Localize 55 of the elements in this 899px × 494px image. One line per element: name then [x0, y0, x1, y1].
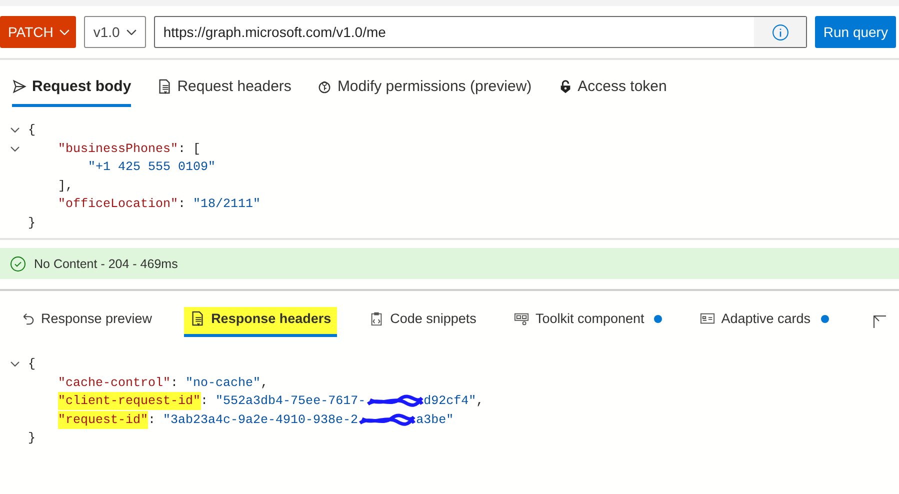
json-key: "cache-control"	[58, 374, 171, 392]
json-punctuation: : [	[178, 140, 201, 158]
key-icon	[317, 79, 332, 94]
json-value: "no-cache"	[186, 374, 261, 392]
json-punctuation: :	[148, 412, 157, 429]
send-icon	[12, 79, 27, 94]
request-tab[interactable]: Request headers	[157, 76, 292, 107]
json-value: d92cf4"	[424, 393, 476, 410]
status-text: No Content - 204 - 469ms	[34, 256, 178, 270]
json-punctuation: {	[28, 356, 36, 374]
version-dropdown[interactable]: v1.0	[84, 16, 146, 48]
toolkit-icon	[514, 311, 530, 326]
request-tab[interactable]: Modify permissions (preview)	[317, 76, 532, 107]
json-key: "client-request-id"	[58, 392, 201, 410]
json-punctuation: ,	[260, 374, 268, 392]
json-punctuation: :	[170, 374, 180, 392]
method-dropdown[interactable]: PATCH	[0, 16, 76, 48]
json-key: "request-id"	[58, 410, 148, 429]
url-field[interactable]: https://graph.microsoft.com/v1.0/me	[154, 16, 808, 48]
info-icon[interactable]	[772, 24, 789, 40]
json-value: a3be"	[416, 412, 454, 429]
chevron-down-icon[interactable]	[10, 361, 20, 368]
expand-icon[interactable]	[873, 315, 887, 329]
check-circle-icon	[10, 256, 26, 272]
redaction-scribble	[358, 412, 416, 427]
clipboard-icon	[369, 311, 384, 326]
response-tab[interactable]: Response preview	[14, 307, 158, 337]
chevron-down-icon[interactable]	[10, 127, 20, 134]
response-tab[interactable]: Adaptive cards	[694, 307, 835, 337]
json-value: "552a3db4-75ee-7617-	[216, 393, 366, 410]
redaction-scribble	[366, 394, 424, 408]
card-icon	[700, 311, 716, 326]
response-tab[interactable]: Response headers	[184, 307, 338, 337]
json-value: "18/2111"	[193, 196, 261, 213]
json-punctuation: :	[178, 196, 187, 213]
response-tab[interactable]: Code snippets	[363, 307, 482, 337]
chevron-down-icon	[126, 28, 138, 36]
response-tab[interactable]: Toolkit component	[508, 307, 668, 337]
json-punctuation: }	[28, 214, 36, 232]
json-punctuation: ],	[58, 178, 74, 194]
json-value: "+1 425 555 0109"	[88, 159, 216, 176]
request-tab[interactable]: Access token	[558, 76, 667, 107]
run-query-button[interactable]: Run query	[815, 16, 896, 48]
document-icon	[157, 79, 172, 94]
document-icon	[190, 311, 206, 326]
chevron-down-icon	[59, 28, 70, 36]
json-punctuation: :	[200, 393, 210, 410]
chevron-down-icon[interactable]	[10, 146, 20, 152]
json-value: "3ab23a4c-9a2e-4910-938e-2	[163, 412, 358, 429]
json-punctuation: }	[28, 430, 36, 448]
json-punctuation: ,	[476, 393, 484, 410]
json-key: "businessPhones"	[58, 140, 178, 158]
request-tab[interactable]: Request body	[12, 76, 132, 107]
json-punctuation: {	[28, 122, 36, 139]
json-key: "officeLocation"	[58, 195, 178, 214]
